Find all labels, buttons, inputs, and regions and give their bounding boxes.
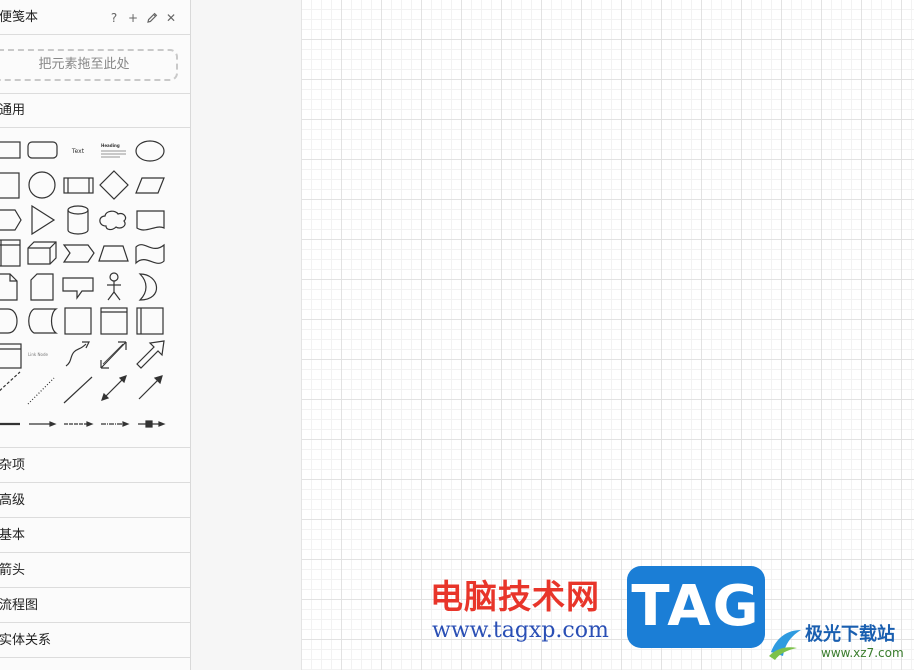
scratchpad-toolbar: ? + ✕ <box>107 0 178 36</box>
scratchpad-body: 把元素拖至此处 <box>0 35 190 94</box>
category-advanced[interactable]: 高级 <box>0 483 190 518</box>
category-basic[interactable]: 基本 <box>0 518 190 553</box>
shape-frame[interactable] <box>136 307 164 335</box>
shape-block-arrow[interactable] <box>136 340 165 369</box>
shape-square-2[interactable] <box>64 307 92 335</box>
scratchpad-drop-zone[interactable]: 把元素拖至此处 <box>0 49 178 81</box>
shape-stored-data[interactable] <box>28 308 58 334</box>
scratchpad-header[interactable]: 便笺本 ? + ✕ <box>0 0 190 35</box>
shape-cloud[interactable] <box>99 210 127 231</box>
category-flowchart[interactable]: 流程图 <box>0 588 190 623</box>
shape-step[interactable] <box>62 244 95 263</box>
shape-curve-arrow[interactable] <box>65 341 90 367</box>
shape-rounded-rectangle[interactable] <box>27 141 58 159</box>
shape-bidirectional-arrow[interactable] <box>100 341 127 369</box>
category-entity-relation[interactable]: 实体关系 <box>0 623 190 658</box>
shape-dotted-line[interactable] <box>27 377 55 405</box>
edit-icon[interactable] <box>145 11 159 25</box>
category-misc[interactable]: 杂项 <box>0 448 190 483</box>
general-shapes-palette: Text Heading Link Node <box>0 128 190 448</box>
shape-actor[interactable] <box>107 272 121 301</box>
add-icon[interactable]: + <box>126 11 140 25</box>
shape-tape[interactable] <box>135 243 165 265</box>
shape-connector-arrow[interactable] <box>29 421 57 427</box>
help-icon[interactable]: ? <box>107 11 121 25</box>
shape-double-arrow-line[interactable] <box>101 375 127 401</box>
shape-data-storage[interactable] <box>0 308 18 334</box>
diagram-page-grid[interactable] <box>301 0 914 670</box>
shape-square[interactable] <box>0 172 20 199</box>
shape-ellipse[interactable] <box>135 140 165 162</box>
shape-hexagon[interactable] <box>0 209 22 231</box>
shape-list[interactable] <box>0 343 22 369</box>
shape-text[interactable]: Text <box>71 148 85 155</box>
scratchpad-title: 便笺本 <box>0 10 39 25</box>
shape-triangle[interactable] <box>31 204 56 236</box>
svg-text:Link Node: Link Node <box>28 352 48 357</box>
close-icon[interactable]: ✕ <box>164 11 178 25</box>
shape-container[interactable] <box>100 307 128 335</box>
shape-dashed-line[interactable] <box>0 371 21 394</box>
shape-document[interactable] <box>136 210 165 231</box>
shape-textbox[interactable]: Heading <box>101 143 126 158</box>
shape-labeled-connector[interactable] <box>138 420 166 428</box>
shape-callout[interactable] <box>62 277 94 300</box>
shape-cube[interactable] <box>27 241 57 265</box>
category-arrows[interactable]: 箭头 <box>0 553 190 588</box>
shape-diamond[interactable] <box>99 170 129 200</box>
shape-card[interactable] <box>30 273 54 301</box>
shape-line[interactable] <box>63 376 93 404</box>
general-section-header[interactable]: 通用 <box>0 94 190 128</box>
shape-arrow-line[interactable] <box>138 375 163 400</box>
diagram-canvas[interactable] <box>191 0 914 670</box>
shape-sidebar: 便笺本 ? + ✕ 把元素拖至此处 通用 Text Heading Link N… <box>0 0 191 670</box>
svg-text:Text: Text <box>71 148 85 155</box>
shape-dash-dot-connector[interactable] <box>101 421 130 427</box>
shape-dashed-connector[interactable] <box>64 421 94 427</box>
shape-rectangle[interactable] <box>0 141 21 159</box>
general-section-title: 通用 <box>0 103 26 118</box>
shape-cylinder[interactable] <box>67 205 89 235</box>
drawio-app: 便笺本 ? + ✕ 把元素拖至此处 通用 Text Heading Link N… <box>0 0 914 670</box>
shape-process[interactable] <box>63 177 94 194</box>
shape-trapezoid[interactable] <box>98 245 129 262</box>
shape-parallelogram[interactable] <box>135 177 165 194</box>
shape-or[interactable] <box>138 273 158 301</box>
shape-link[interactable]: Link Node <box>28 352 48 357</box>
shape-note[interactable] <box>0 273 18 301</box>
svg-text:Heading: Heading <box>101 143 120 148</box>
shape-circle[interactable] <box>28 171 56 199</box>
shape-internal-storage[interactable] <box>0 239 21 267</box>
